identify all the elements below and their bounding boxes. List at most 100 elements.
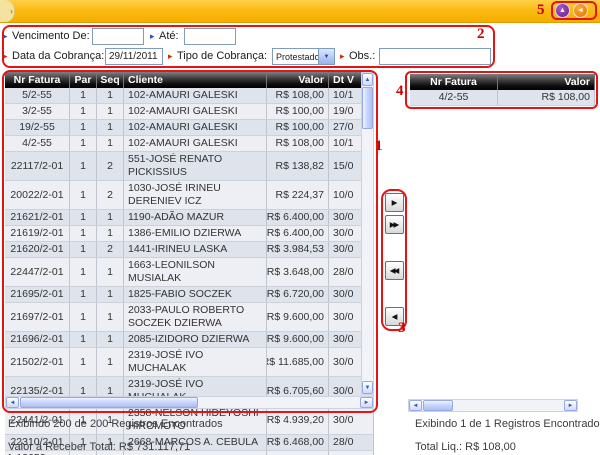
table-cell: 21696/2-01 (5, 332, 70, 347)
table-cell: 22447/2-01 (5, 258, 70, 286)
chevron-down-icon: ▼ (318, 49, 334, 64)
table-cell: R$ 224,37 (267, 181, 329, 209)
left-total-value: Valor a Receber Total: R$ 731.117,71 (8, 441, 190, 453)
scrollbar-thumb[interactable] (362, 87, 373, 129)
table-cell: 30/0 (329, 406, 374, 434)
table-cell: 1 (97, 210, 124, 225)
table-row[interactable]: 20022/2-01121030-JOSÉ IRINEU DERENIEV IC… (5, 181, 374, 210)
scroll-right-icon[interactable]: ► (564, 400, 577, 411)
table-cell: 1386-EMILIO DZIERWA (124, 226, 267, 241)
ate-input[interactable] (184, 28, 236, 45)
table-row[interactable]: 21502/2-01112319-JOSÉ IVO MUCHALAKR$ 11.… (5, 348, 374, 377)
table-row[interactable]: 19/2-5511102-AMAURI GALESKIR$ 100,0027/0 (5, 120, 374, 136)
table-row[interactable]: 22117/2-0112551-JOSÉ RENATO PICKISSIUSR$… (5, 152, 374, 181)
right-total-value: Total Liq.: R$ 108,00 (415, 441, 516, 453)
table-cell: 1 (70, 88, 97, 103)
annotation-number-1: 1 (375, 138, 383, 155)
table-cell: R$ 6.400,00 (267, 226, 329, 241)
table-cell: 21621/2-01 (5, 210, 70, 225)
table-row[interactable]: 21619/2-01111386-EMILIO DZIERWAR$ 6.400,… (5, 226, 374, 242)
annotation-number-4: 4 (396, 83, 404, 100)
panel-collapse-handle[interactable]: › (0, 0, 15, 22)
table-cell: R$ 9.600,00 (267, 303, 329, 331)
field-marker-icon: ▸ (168, 51, 173, 62)
invoices-vertical-scrollbar[interactable]: ▲ ▼ (361, 72, 374, 395)
table-cell: 102-AMAURI GALESKI (124, 120, 267, 135)
table-cell: 1 (97, 348, 124, 376)
table-cell: R$ 100,00 (267, 120, 329, 135)
table-cell: 1 (97, 226, 124, 241)
scroll-up-icon[interactable]: ▲ (362, 73, 373, 86)
table-cell: 22117/2-01 (5, 152, 70, 180)
table-cell: R$ 108,00 (498, 90, 595, 105)
table-row[interactable]: 5/2-5511102-AMAURI GALESKIR$ 108,0010/1 (5, 88, 374, 104)
move-all-left-button[interactable]: ◀◀ (385, 261, 404, 280)
column-header[interactable]: Valor (267, 72, 329, 88)
table-row[interactable]: 21620/2-01121441-IRINEU LASKAR$ 3.984,53… (5, 242, 374, 258)
move-selected-left-button[interactable]: ◀ (385, 307, 404, 326)
table-cell: 1 (70, 242, 97, 257)
ate-label: Até: (159, 30, 179, 42)
table-cell: 1030-JOSÉ IRINEU DERENIEV ICZ (124, 181, 267, 209)
table-cell: 21619/2-01 (5, 226, 70, 241)
go-back-button[interactable]: ◄ (573, 3, 588, 18)
table-cell: R$ 3.648,00 (267, 258, 329, 286)
table-row[interactable]: 4/2-5511102-AMAURI GALESKIR$ 108,0010/1 (5, 136, 374, 152)
table-cell: 1 (97, 332, 124, 347)
top-accent-bar: › ▲ ◄ (0, 0, 600, 23)
column-header[interactable]: Nr Fatura (410, 74, 498, 90)
table-cell: R$ 5.318,50 (267, 451, 329, 455)
move-all-right-button[interactable]: ▶▶ (385, 215, 404, 234)
column-header[interactable]: Nr Fatura (5, 72, 70, 88)
table-cell: 1 (70, 303, 97, 331)
table-cell: 21502/2-01 (5, 348, 70, 376)
table-cell: 1 (97, 88, 124, 103)
scroll-left-icon[interactable]: ◄ (6, 397, 19, 408)
move-selected-right-button[interactable]: ▶ (385, 193, 404, 212)
table-row[interactable]: 3/2-5511102-AMAURI GALESKIR$ 100,0019/0 (5, 104, 374, 120)
scroll-top-button[interactable]: ▲ (555, 3, 570, 18)
scroll-down-icon[interactable]: ▼ (362, 381, 373, 394)
table-cell: 1 (70, 210, 97, 225)
scrollbar-thumb[interactable] (423, 400, 453, 411)
table-cell: 551-JOSÉ RENATO PICKISSIUS (124, 152, 267, 180)
table-cell: 2085-IZIDORO DZIERWA (124, 332, 267, 347)
obs-input[interactable] (379, 48, 491, 65)
selected-invoices-table-header: Nr Fatura Valor (410, 74, 595, 90)
field-marker-icon: ▸ (340, 51, 345, 62)
column-header[interactable]: Seq (97, 72, 124, 88)
table-cell: 1441-IRINEU LASKA (124, 242, 267, 257)
scrollbar-thumb[interactable] (20, 397, 198, 408)
table-cell: 1 (70, 181, 97, 209)
table-row[interactable]: 21697/2-01112033-PAULO ROBERTO SOCZEK DZ… (5, 303, 374, 332)
data-cobranca-input[interactable] (105, 48, 163, 65)
table-row[interactable]: 21696/2-01112085-IZIDORO DZIERWAR$ 9.600… (5, 332, 374, 348)
scroll-left-icon[interactable]: ◄ (409, 400, 422, 411)
up-arrow-icon: ▲ (559, 7, 566, 14)
vencimento-de-label: Vencimento De: (12, 30, 90, 42)
field-marker-icon: ▸ (3, 31, 8, 42)
table-cell: 2 (97, 242, 124, 257)
table-row[interactable]: 4/2-55R$ 108,00 (410, 90, 595, 106)
table-cell: 1 (70, 136, 97, 151)
column-header[interactable]: Par (70, 72, 97, 88)
table-cell: 1 (70, 152, 97, 180)
obs-label: Obs.: (349, 50, 375, 62)
table-cell: 1 (70, 104, 97, 119)
table-row[interactable]: 21695/2-01111825-FABIO SOCZEKR$ 6.720,00… (5, 287, 374, 303)
scroll-right-icon[interactable]: ► (360, 397, 373, 408)
invoices-horizontal-scrollbar[interactable]: ◄ ► (5, 396, 374, 409)
vencimento-de-input[interactable] (92, 28, 144, 45)
table-cell: 102-AMAURI GALESKI (124, 136, 267, 151)
table-row[interactable]: 22447/2-01111663-LEONILSON MUSIALAKR$ 3.… (5, 258, 374, 287)
table-cell: 1663-LEONILSON MUSIALAK (124, 258, 267, 286)
selected-horizontal-scrollbar[interactable]: ◄ ► (408, 399, 578, 412)
column-header[interactable]: Valor (498, 74, 595, 90)
table-row[interactable]: 21621/2-01111190-ADÃO MAZURR$ 6.400,0030… (5, 210, 374, 226)
column-header[interactable]: Cliente (124, 72, 267, 88)
chevron-right-icon: › (10, 6, 13, 16)
tipo-cobranca-select[interactable]: Protestado ▼ (272, 48, 335, 65)
table-cell: 1 (70, 287, 97, 302)
table-cell: 4/2-55 (410, 90, 498, 105)
table-cell: 2 (97, 152, 124, 180)
